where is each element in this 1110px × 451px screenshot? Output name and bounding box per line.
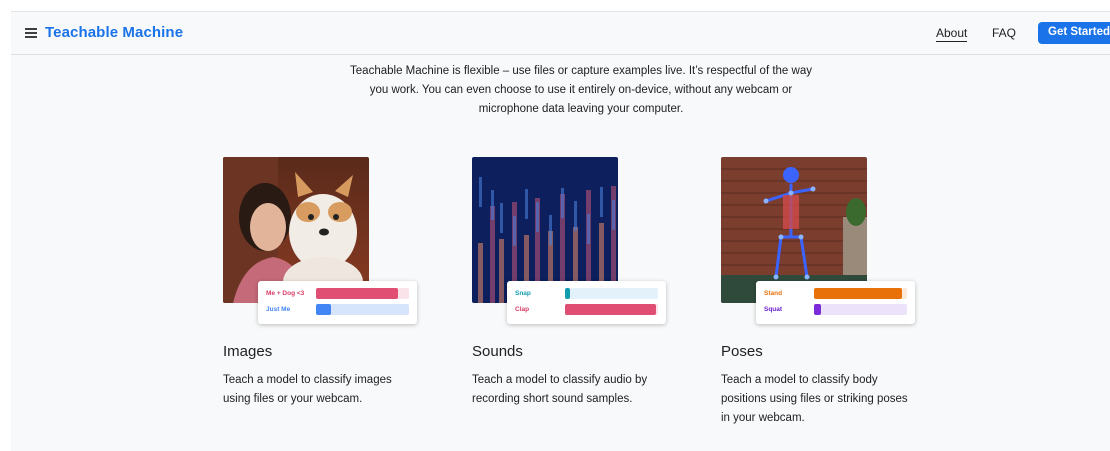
- spectrogram-band: [499, 239, 504, 303]
- intro-line: Teachable Machine is flexible – use file…: [350, 65, 812, 77]
- class-label: Snap: [515, 290, 531, 297]
- class-label: Stand: [764, 290, 783, 297]
- brand-title[interactable]: Teachable Machine: [45, 24, 183, 41]
- description-line: using files or your webcam.: [223, 393, 363, 405]
- classification-panel: Me + Dog <3 Just Me: [258, 281, 417, 324]
- confidence-track: [565, 288, 658, 299]
- spectrogram-band: [587, 214, 590, 244]
- confidence-bar: [814, 304, 822, 315]
- class-row: Snap: [515, 288, 660, 300]
- card-title: Poses: [721, 343, 763, 360]
- card-title: Sounds: [472, 343, 523, 360]
- confidence-bar: [316, 304, 331, 315]
- confidence-track: [316, 304, 409, 315]
- spectrogram-band: [574, 201, 577, 231]
- spectrogram-band: [479, 177, 482, 207]
- confidence-track: [814, 304, 907, 315]
- intro-paragraph: Teachable Machine is flexible – use file…: [311, 62, 851, 119]
- spectrogram-band: [491, 190, 494, 220]
- class-label: Me + Dog <3: [266, 290, 305, 297]
- confidence-bar: [565, 288, 570, 299]
- confidence-track: [565, 304, 658, 315]
- class-row: Me + Dog <3: [266, 288, 411, 300]
- description-line: Teach a model to classify body: [721, 374, 878, 386]
- class-label: Clap: [515, 306, 530, 313]
- class-row: Squat: [764, 304, 909, 316]
- description-line: in your webcam.: [721, 412, 805, 424]
- card-description: Teach a model to classify audio by recor…: [472, 371, 677, 409]
- classification-panel: Snap Clap: [507, 281, 666, 324]
- intro-line: you work. You can even choose to use it …: [369, 84, 793, 96]
- card-description: Teach a model to classify body positions…: [721, 371, 926, 428]
- spectrogram-band: [600, 187, 603, 217]
- spectrogram-band: [561, 188, 564, 218]
- card-description: Teach a model to classify images using f…: [223, 371, 428, 409]
- class-row: Just Me: [266, 304, 411, 316]
- description-line: Teach a model to classify audio by: [472, 374, 648, 386]
- description-line: Teach a model to classify images: [223, 374, 392, 386]
- spectrogram-band: [490, 206, 495, 303]
- nav-faq-link[interactable]: FAQ: [992, 26, 1016, 40]
- spectrogram-band: [612, 200, 615, 230]
- class-row: Clap: [515, 304, 660, 316]
- confidence-bar: [565, 304, 657, 315]
- spectrogram-band: [549, 215, 552, 245]
- class-label: Just Me: [266, 306, 291, 313]
- class-label: Squat: [764, 306, 783, 313]
- spectrogram-band: [536, 202, 539, 232]
- class-row: Stand: [764, 288, 909, 300]
- get-started-button[interactable]: Get Started: [1038, 22, 1110, 44]
- spectrogram-band: [478, 243, 483, 303]
- nav-about-link[interactable]: About: [936, 26, 968, 42]
- top-app-bar: Teachable Machine About FAQ Get Started: [11, 12, 1110, 55]
- intro-line: microphone data leaving your computer.: [478, 103, 684, 115]
- spectrogram-band: [513, 216, 516, 246]
- spectrogram-band: [525, 189, 528, 219]
- classification-panel: Stand Squat: [756, 281, 915, 324]
- confidence-track: [316, 288, 409, 299]
- confidence-bar: [316, 288, 398, 299]
- card-title: Images: [223, 343, 273, 360]
- menu-icon[interactable]: [25, 28, 37, 38]
- description-line: positions using files or striking poses: [721, 393, 908, 405]
- spectrogram-band: [500, 203, 503, 233]
- page-frame: Teachable Machine About FAQ Get Started …: [11, 11, 1110, 451]
- description-line: recording short sound samples.: [472, 393, 633, 405]
- confidence-bar: [814, 288, 903, 299]
- confidence-track: [814, 288, 907, 299]
